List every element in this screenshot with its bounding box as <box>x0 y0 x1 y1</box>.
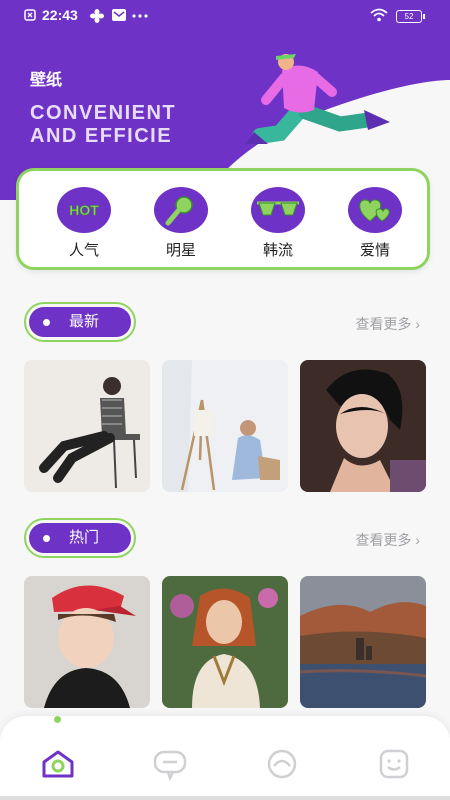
category-hot[interactable]: HOT 人气 <box>49 187 119 260</box>
wallpaper-thumbnail[interactable] <box>24 576 150 708</box>
bullet-dot <box>43 535 50 542</box>
fan-icon <box>90 9 104 23</box>
chat-bubble-icon <box>153 750 187 782</box>
running-man-illustration <box>246 54 390 144</box>
status-time: 22:43 <box>42 7 78 23</box>
category-star[interactable]: 明星 <box>146 187 216 260</box>
section-latest-button[interactable]: 最新 <box>24 302 136 342</box>
wifi-icon <box>370 8 388 22</box>
hearts-icon <box>348 187 402 233</box>
header-subtitle: CONVENIENT AND EFFICIE <box>30 102 177 147</box>
more-icon <box>132 14 148 18</box>
wallpaper-thumbnail[interactable] <box>162 576 288 708</box>
tab-profile[interactable] <box>374 744 414 784</box>
notification-x-icon <box>24 9 36 21</box>
bottom-tab-bar <box>0 716 450 800</box>
status-bar: 22:43 52 <box>0 0 450 30</box>
category-love[interactable]: 爱情 <box>340 187 410 260</box>
svg-text:HOT: HOT <box>69 202 99 218</box>
smiley-icon <box>379 749 409 779</box>
section-hot-button[interactable]: 热门 <box>24 518 136 558</box>
home-indicator <box>0 796 450 800</box>
microphone-icon <box>154 187 208 233</box>
tab-discover[interactable] <box>262 744 302 784</box>
wallpaper-thumbnail[interactable] <box>162 360 288 492</box>
latest-see-more-link[interactable]: 查看更多 › <box>355 314 420 334</box>
hot-see-more-link[interactable]: 查看更多 › <box>355 530 420 550</box>
wallpaper-thumbnail[interactable] <box>300 360 426 492</box>
bullet-dot <box>43 319 50 326</box>
category-korean[interactable]: 韩流 <box>243 187 313 260</box>
wallpaper-thumbnail[interactable] <box>24 360 150 492</box>
sunglasses-icon <box>251 187 305 233</box>
hot-icon: HOT <box>57 187 111 233</box>
home-icon <box>42 750 74 778</box>
category-panel: HOT 人气 明星 韩流 爱情 <box>16 168 430 270</box>
page-title: 壁纸 <box>30 72 63 89</box>
message-icon <box>112 9 126 21</box>
active-tab-indicator <box>54 716 61 723</box>
tab-messages[interactable] <box>150 744 190 784</box>
battery-indicator: 52 <box>396 10 425 23</box>
gauge-icon <box>267 749 297 779</box>
wallpaper-thumbnail[interactable] <box>300 576 426 708</box>
tab-home[interactable] <box>38 744 78 784</box>
